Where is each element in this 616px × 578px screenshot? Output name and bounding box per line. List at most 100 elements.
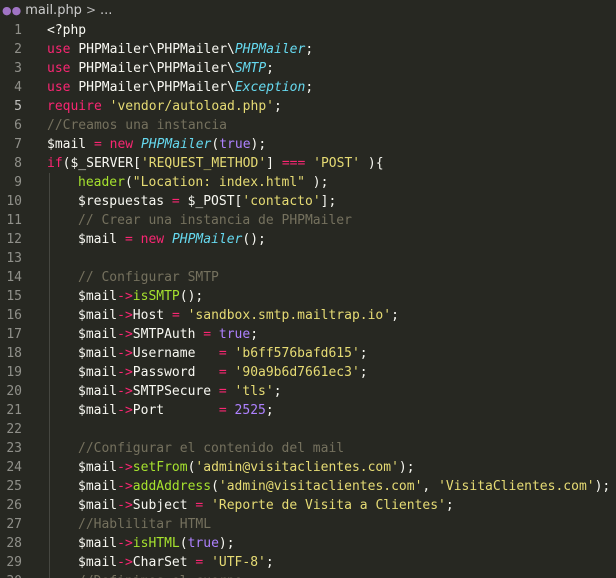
code-line[interactable]: 20 $mail->SMTPSecure = 'tls'; [0,382,616,401]
code-token: 'Reporte de Visita a Clientes' [211,498,446,513]
code-line[interactable]: 9 header("Location: index.html" ); [0,173,616,192]
code-line[interactable]: 17 $mail->SMTPAuth = true; [0,325,616,344]
line-number: 21 [6,403,22,418]
code-text: //Hablilitar HTML [78,515,211,534]
code-token: $mail [78,327,118,342]
code-line[interactable]: 28 $mail->isHTML(true); [0,534,616,553]
code-token: $mail [78,308,118,323]
code-token: ; [359,346,368,361]
code-token: $mail [78,555,118,570]
code-line[interactable]: 26 $mail->Subject = 'Reporte de Visita a … [0,496,616,515]
line-number: 20 [6,384,22,399]
code-line[interactable]: 5 require 'vendor/autoload.php'; [0,97,616,116]
code-token: true [218,327,251,342]
code-token: //Hablilitar HTML [78,517,212,532]
code-line[interactable]: 1 <?php [0,21,616,40]
code-text: header("Location: index.html" ); [78,173,328,192]
code-line[interactable]: 10 $respuestas = $_POST['contacto']; [0,192,616,211]
code-token: -> [117,403,133,418]
code-token: setFrom [132,460,188,475]
code-token: $_POST[ [179,194,243,209]
indent-guide [49,249,50,268]
code-token: ); [218,536,235,551]
code-line[interactable]: 27 //Hablilitar HTML [0,515,616,534]
code-line[interactable]: 4 use PHPMailer\PHPMailer\Exception; [0,78,616,97]
code-line[interactable]: 13 [0,249,616,268]
code-line[interactable]: 7 $mail = new PHPMailer(true); [0,135,616,154]
code-token: SMTP [234,61,267,76]
code-line[interactable]: 19 $mail->Password = '90a9b6d7661ec3'; [0,363,616,382]
code-token: 'UTF-8' [211,555,266,570]
code-token: use [47,42,79,57]
line-number: 16 [6,308,22,323]
code-line[interactable]: 15 $mail->isSMTP(); [0,287,616,306]
code-token: // Configurar SMTP [78,270,219,285]
indent-guide [49,173,50,192]
indent-guide [49,344,50,363]
line-number: 22 [6,422,22,437]
code-token: -> [117,365,133,380]
code-line[interactable]: 12 $mail = new PHPMailer(); [0,230,616,249]
indent-guide [49,363,50,382]
code-token: $mail [47,137,94,152]
code-token: SMTPAuth [132,327,204,342]
code-token: ]; [320,194,337,209]
code-token: PHPMailer\PHPMailer\ [78,61,235,76]
line-number: 13 [6,251,22,266]
code-token: //Creamos una instancia [47,118,228,133]
code-line[interactable]: 24 $mail->setFrom('admin@visitaclientes.c… [0,458,616,477]
line-number: 8 [14,156,22,171]
indent-guide [49,458,50,477]
code-token: -> [117,327,133,342]
code-token: = [203,327,212,342]
line-number: 26 [6,498,22,513]
code-token: 'b6ff576bafd615' [234,346,360,361]
code-token: (); [242,232,266,247]
code-token: -> [117,346,133,361]
code-line[interactable]: 6 //Creamos una instancia [0,116,616,135]
code-token: 'admin@visitaclientes.com' [218,479,423,494]
indent-guide [49,534,50,553]
line-number: 2 [14,42,22,57]
code-line[interactable]: 8 if($_SERVER['REQUEST_METHOD'] === 'POST… [0,154,616,173]
breadcrumb-more[interactable]: ... [100,3,112,18]
line-number: 4 [14,80,22,95]
code-line[interactable]: 25 $mail->addAddress('admin@visitacliente… [0,477,616,496]
line-number: 18 [6,346,22,361]
code-token: ; [265,403,274,418]
code-text: $mail->SMTPSecure = 'tls'; [78,382,282,401]
code-text: require 'vendor/autoload.php'; [47,97,282,116]
code-line[interactable]: 16 $mail->Host = 'sandbox.smtp.mailtrap.i… [0,306,616,325]
code-line[interactable]: 11 // Crear una instancia de PHPMailer [0,211,616,230]
indent-guide [49,325,50,344]
code-text: $mail->Host = 'sandbox.smtp.mailtrap.io'… [78,306,399,325]
line-number: 29 [6,555,22,570]
code-line[interactable]: 14 // Configurar SMTP [0,268,616,287]
code-token: header [78,175,125,190]
code-token: ; [273,384,282,399]
indent-guide [49,439,50,458]
breadcrumb: ●● mail.php > ... [0,0,616,20]
code-editor[interactable]: 1 <?php 2 use PHPMailer\PHPMailer\ PHPMailer… [0,20,616,578]
code-token: PHPMailer\PHPMailer\ [78,42,235,57]
line-number: 6 [14,118,22,133]
code-line[interactable]: 3 use PHPMailer\PHPMailer\SMTP; [0,59,616,78]
code-line[interactable]: 29 $mail->CharSet = 'UTF-8'; [0,553,616,572]
code-line[interactable]: 22 [0,420,616,439]
code-token: -> [117,555,133,570]
code-line[interactable]: 30 //Definimos el cuerpo [0,572,616,578]
line-number: 24 [6,460,22,475]
breadcrumb-file[interactable]: mail.php [25,3,82,18]
code-line[interactable]: 2 use PHPMailer\PHPMailer\PHPMailer; [0,40,616,59]
code-token: require [47,99,110,114]
code-line[interactable]: 18 $mail->Username = 'b6ff576bafd615'; [0,344,616,363]
indent-guide [49,496,50,515]
code-token: Subject [132,498,196,513]
code-token: PHPMailer [140,137,212,152]
code-text: //Configurar el contenido del mail [78,439,344,458]
code-line[interactable]: 21 $mail->Port = 2525; [0,401,616,420]
code-line[interactable]: 23 //Configurar el contenido del mail [0,439,616,458]
